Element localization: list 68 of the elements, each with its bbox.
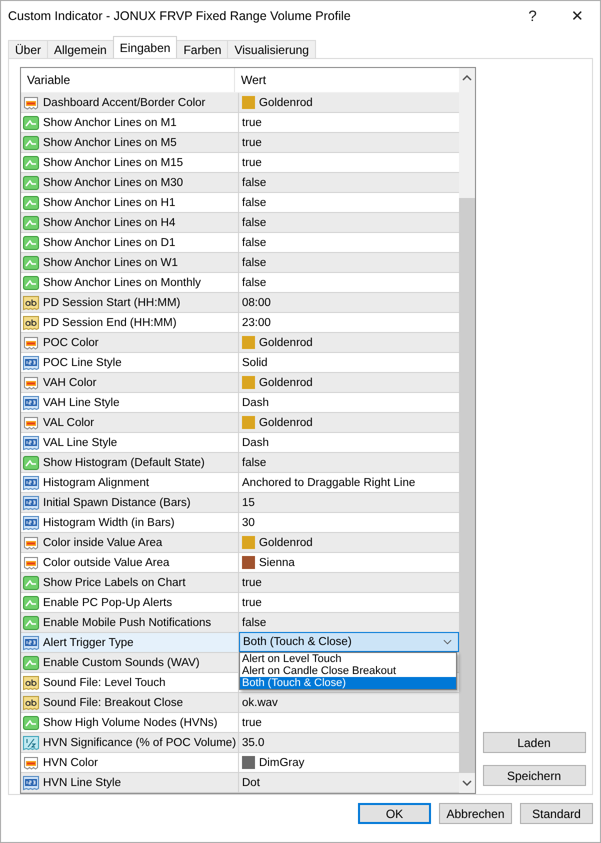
- value-text: Solid: [242, 356, 268, 368]
- value-text: Dash: [242, 396, 269, 408]
- value-text: Anchored to Draggable Right Line: [242, 476, 416, 488]
- variable-name: Show Anchor Lines on D1: [43, 236, 176, 248]
- value-text: true: [242, 716, 262, 728]
- window-title: Custom Indicator - JONUX FRVP Fixed Range Volume Profile: [8, 9, 352, 23]
- variable-name: Initial Spawn Distance (Bars): [43, 496, 191, 508]
- value-text: false: [242, 176, 266, 188]
- variable-name: Alert Trigger Type: [43, 636, 134, 648]
- variable-name: Enable Mobile Push Notifications: [43, 616, 212, 628]
- variable-name: Show High Volume Nodes (HVNs): [43, 716, 218, 728]
- value-text: false: [242, 616, 266, 628]
- variable-name: Show Anchor Lines on W1: [43, 256, 178, 268]
- value-text: Goldenrod: [259, 376, 313, 388]
- variable-name: Sound File: Level Touch: [43, 676, 166, 688]
- variable-name: Show Anchor Lines on M30: [43, 176, 184, 188]
- variable-name: PD Session End (HH:MM): [43, 316, 177, 328]
- value-text: Sienna: [259, 556, 295, 568]
- variable-name: Sound File: Breakout Close: [43, 696, 183, 708]
- variable-name: VAL Color: [43, 416, 94, 428]
- value-text: false: [242, 256, 266, 268]
- value-text: Goldenrod: [259, 416, 313, 428]
- value-text: 15: [242, 496, 255, 508]
- variable-name: Dashboard Accent/Border Color: [43, 96, 206, 108]
- value-text: Dash: [242, 436, 269, 448]
- value-text: true: [242, 156, 262, 168]
- variable-name: Show Anchor Lines on H1: [43, 196, 176, 208]
- variable-name: POC Line Style: [43, 356, 122, 368]
- variable-name: Histogram Alignment: [43, 476, 150, 488]
- variable-name: Color outside Value Area: [43, 556, 170, 568]
- value-text: true: [242, 596, 262, 608]
- value-text: 35.0: [242, 736, 264, 748]
- value-text: false: [242, 236, 266, 248]
- value-text: false: [242, 276, 266, 288]
- value-text: ok.wav: [242, 696, 278, 708]
- value-text: false: [242, 196, 266, 208]
- value-text: false: [242, 216, 266, 228]
- variable-name: Show Anchor Lines on M5: [43, 136, 177, 148]
- value-text: 08:00: [242, 296, 271, 308]
- variable-name: PD Session Start (HH:MM): [43, 296, 180, 308]
- value-text: Goldenrod: [259, 536, 313, 548]
- variable-name: Show Anchor Lines on H4: [43, 216, 176, 228]
- variable-name: Show Anchor Lines on M15: [43, 156, 184, 168]
- variable-name: Show Price Labels on Chart: [43, 576, 186, 588]
- variable-name: Show Anchor Lines on M1: [43, 116, 177, 128]
- variable-name: Enable Custom Sounds (WAV): [43, 656, 200, 668]
- value-text: true: [242, 136, 262, 148]
- variable-name: Show Histogram (Default State): [43, 456, 205, 468]
- value-text: false: [242, 456, 266, 468]
- variable-name: POC Color: [43, 336, 99, 348]
- value-text: DimGray: [259, 756, 304, 768]
- value-text: 23:00: [242, 316, 271, 328]
- value-text: Goldenrod: [259, 96, 313, 108]
- value-text: 30: [242, 516, 255, 528]
- value-text: true: [242, 576, 262, 588]
- variable-name: Color inside Value Area: [43, 536, 162, 548]
- variable-name: VAH Color: [43, 376, 96, 388]
- variable-name: Show Anchor Lines on Monthly: [43, 276, 201, 288]
- variable-name: Enable PC Pop-Up Alerts: [43, 596, 172, 608]
- value-text: Goldenrod: [259, 336, 313, 348]
- value-text: true: [242, 116, 262, 128]
- value-text: Dot: [242, 776, 260, 788]
- variable-name: HVN Color: [43, 756, 98, 768]
- variable-name: HVN Significance (% of POC Volume): [43, 736, 236, 748]
- variable-name: HVN Line Style: [43, 776, 121, 788]
- variable-name: VAH Line Style: [43, 396, 120, 408]
- variable-name: Histogram Width (in Bars): [43, 516, 175, 528]
- variable-name: VAL Line Style: [43, 436, 118, 448]
